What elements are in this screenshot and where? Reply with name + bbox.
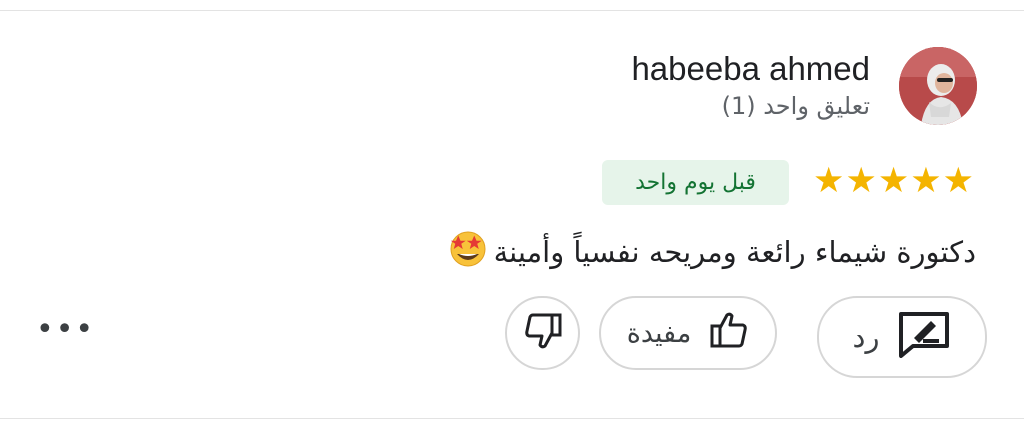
reply-label: رد bbox=[852, 320, 880, 354]
not-helpful-button[interactable] bbox=[505, 296, 580, 370]
top-divider bbox=[0, 10, 1024, 11]
thumbs-up-icon bbox=[709, 311, 749, 356]
avatar[interactable] bbox=[899, 47, 977, 125]
star-icon: ★ bbox=[910, 161, 942, 201]
review-text: دكتورة شيماء رائعة ومريحه نفسياً وأمينة bbox=[448, 228, 976, 275]
thumbs-down-icon bbox=[523, 312, 563, 354]
rating-stars: ★ ★ ★ ★ ★ bbox=[813, 164, 974, 199]
star-icon: ★ bbox=[845, 161, 877, 201]
author-name[interactable]: habeeba ahmed bbox=[631, 50, 870, 88]
star-icon: ★ bbox=[942, 161, 974, 201]
star-icon: ★ bbox=[877, 161, 910, 201]
helpful-button[interactable]: مفيدة bbox=[599, 296, 777, 370]
time-badge: قبل يوم واحد bbox=[602, 160, 789, 205]
reply-icon bbox=[897, 310, 951, 365]
star-icon: ★ bbox=[813, 161, 845, 201]
review-count: تعليق واحد (1) bbox=[721, 92, 870, 120]
more-icon[interactable]: ••• bbox=[36, 312, 95, 347]
bottom-divider bbox=[0, 418, 1024, 419]
star-struck-emoji-icon bbox=[448, 228, 488, 275]
helpful-label: مفيدة bbox=[626, 317, 692, 349]
reply-button[interactable]: رد bbox=[817, 296, 987, 378]
review-text-content: دكتورة شيماء رائعة ومريحه نفسياً وأمينة bbox=[493, 234, 976, 269]
